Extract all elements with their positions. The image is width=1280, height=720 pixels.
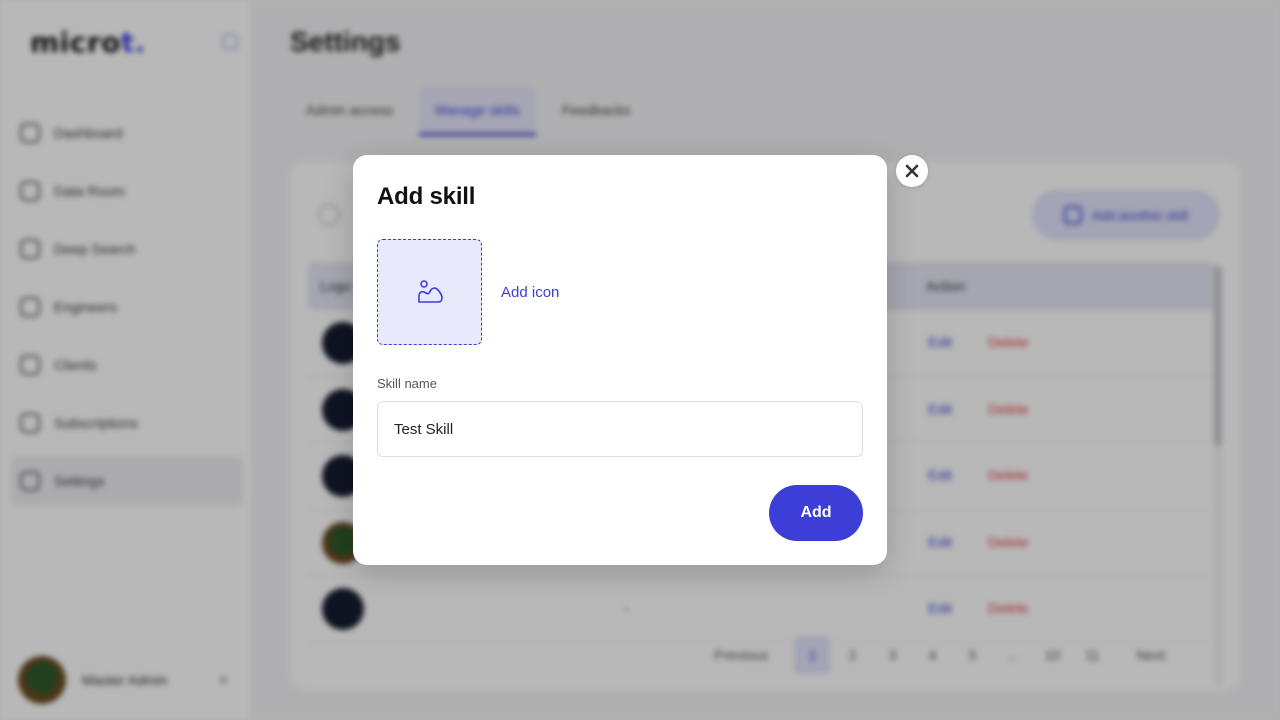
- add-skill-modal: Add skill Add icon Skill name Add: [353, 155, 887, 565]
- icon-upload-box[interactable]: [377, 239, 482, 345]
- skill-name-input[interactable]: [377, 401, 863, 457]
- modal-title: Add skill: [377, 183, 476, 210]
- add-icon-link[interactable]: Add icon: [501, 284, 559, 301]
- close-modal-button[interactable]: [896, 155, 928, 187]
- add-button[interactable]: Add: [769, 485, 863, 541]
- close-icon: [905, 164, 919, 178]
- skill-name-label: Skill name: [377, 376, 437, 391]
- image-icon: [417, 280, 443, 303]
